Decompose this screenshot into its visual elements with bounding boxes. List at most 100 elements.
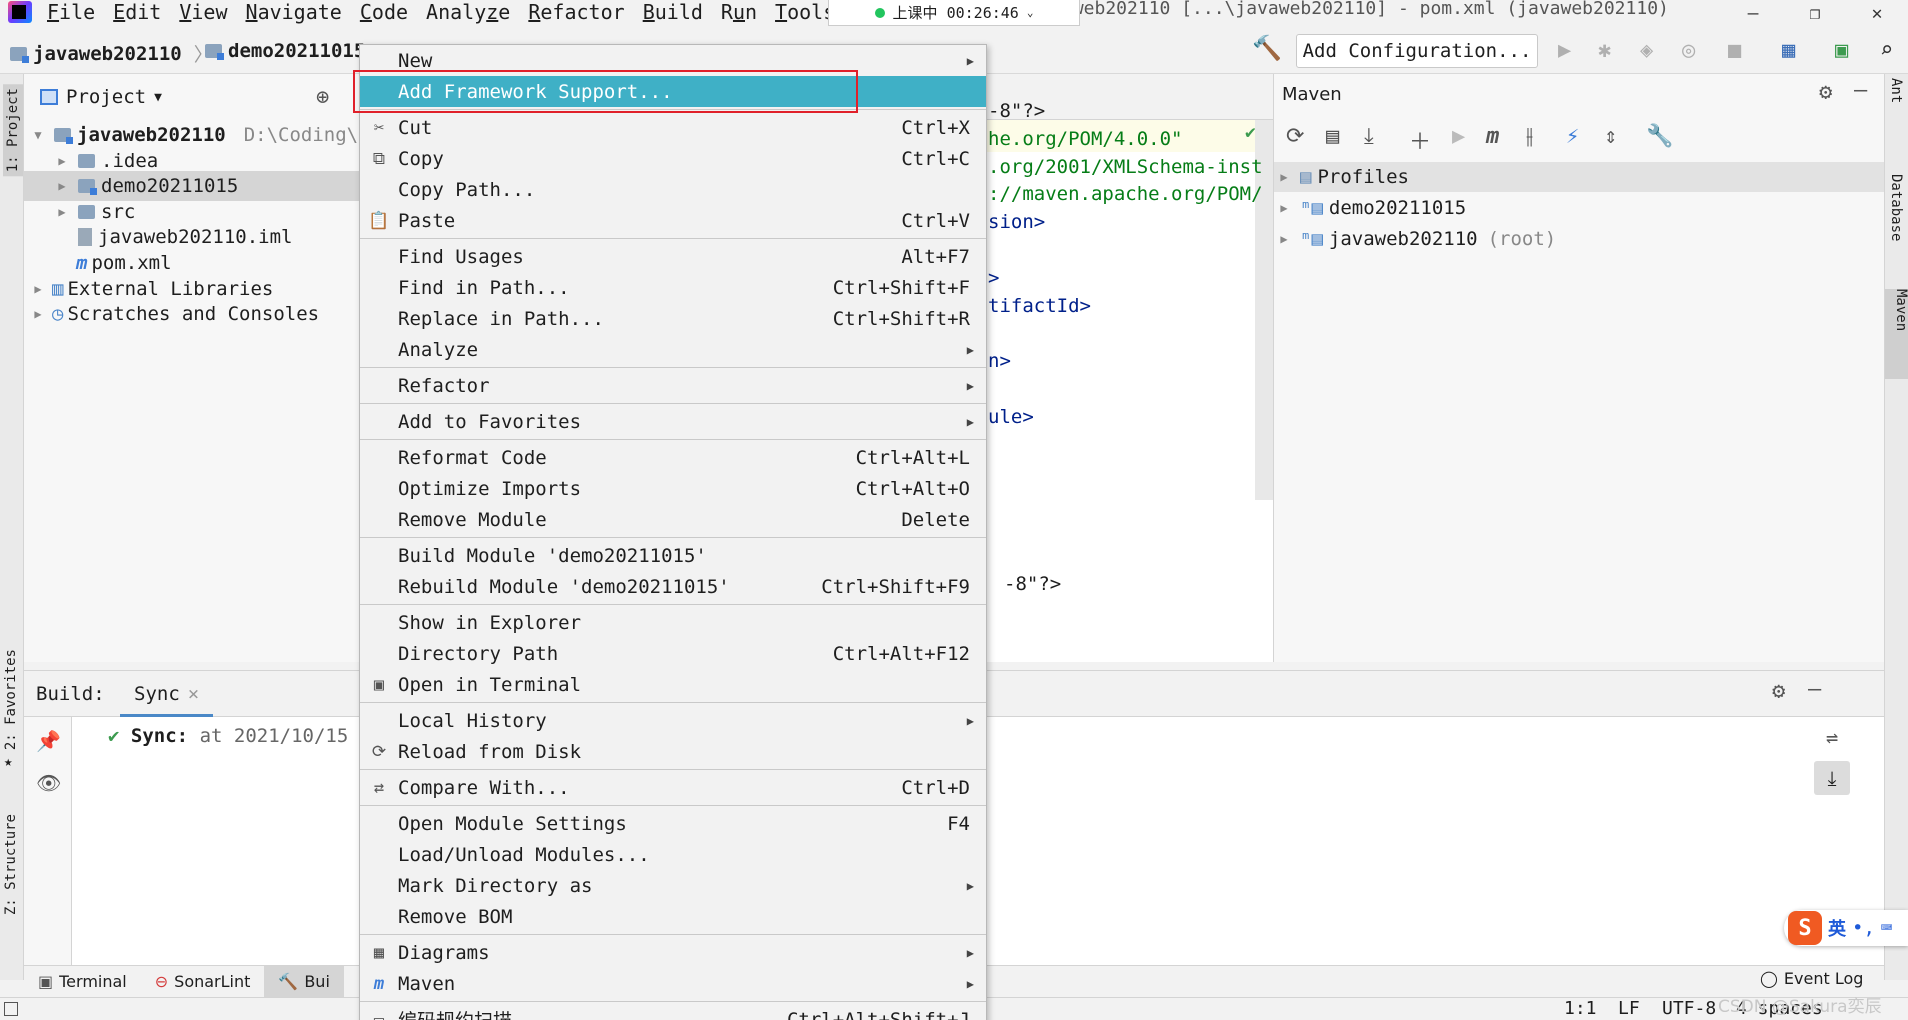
generate-sources-icon[interactable]: ▤ xyxy=(1326,124,1339,149)
menu-file[interactable]: File xyxy=(38,0,104,24)
chevron-right-icon[interactable]: ▶ xyxy=(52,179,72,193)
chevron-right-icon[interactable]: ▶ xyxy=(52,205,72,219)
context-menu-item[interactable]: Add to Favorites ▶ xyxy=(360,406,986,437)
context-menu-item[interactable]: Find in Path... Ctrl+Shift+F xyxy=(360,272,986,303)
reload-icon[interactable]: ⟳ xyxy=(1286,124,1304,149)
menu-run[interactable]: Run xyxy=(712,0,766,24)
context-menu-item[interactable]: Build Module 'demo20211015' xyxy=(360,540,986,571)
context-menu-item[interactable]: ⧉ Copy Ctrl+C xyxy=(360,143,986,174)
restore-button[interactable]: ❐ xyxy=(1784,0,1846,26)
chevron-right-icon[interactable]: ▶ xyxy=(1274,232,1294,246)
context-menu-item[interactable]: Reformat Code Ctrl+Alt+L xyxy=(360,442,986,473)
context-menu-item[interactable]: Replace in Path... Ctrl+Shift+R xyxy=(360,303,986,334)
maven-goal-icon[interactable]: m xyxy=(1486,124,1499,149)
chevron-right-icon[interactable]: ▶ xyxy=(1274,170,1294,184)
chevron-right-icon[interactable]: ▶ xyxy=(1274,201,1294,215)
menu-build[interactable]: Build xyxy=(634,0,712,24)
context-menu-item[interactable]: Analyze ▶ xyxy=(360,334,986,365)
locate-icon[interactable]: ⊕ xyxy=(316,85,329,110)
tool-tab-terminal[interactable]: ▣ Terminal xyxy=(24,966,141,998)
context-menu-item[interactable]: 📋 Paste Ctrl+V xyxy=(360,205,986,236)
eye-icon[interactable]: 👁 xyxy=(36,771,61,795)
project-panel-title[interactable]: Project xyxy=(66,86,146,108)
context-menu-item[interactable]: Remove BOM xyxy=(360,901,986,932)
collapse-all-icon[interactable]: ⇕ xyxy=(1604,124,1617,149)
context-menu-item[interactable]: ▭ 编码规约扫描 Ctrl+Alt+Shift+J xyxy=(360,1004,986,1020)
stop-icon[interactable]: ■ xyxy=(1728,38,1741,63)
context-menu-item[interactable]: Remove Module Delete xyxy=(360,504,986,535)
scroll-to-end-icon[interactable]: ⤓ xyxy=(1814,761,1850,795)
close-button[interactable]: ✕ xyxy=(1846,0,1908,26)
context-menu-item[interactable]: Load/Unload Modules... xyxy=(360,839,986,870)
favorites-tool-tab[interactable]: 2: Favorites xyxy=(3,649,19,750)
chevron-right-icon[interactable]: ▶ xyxy=(52,154,72,168)
menu-navigate[interactable]: Navigate xyxy=(237,0,351,24)
maven-tree-item[interactable]: ▶ ᵐ▤ demo20211015 xyxy=(1274,193,1884,223)
menu-analyze[interactable]: Analyze xyxy=(417,0,519,24)
database-tool-tab[interactable]: Database xyxy=(1888,174,1904,241)
ant-tool-tab[interactable]: Ant xyxy=(1888,78,1904,103)
context-menu-item[interactable]: Copy Path... xyxy=(360,174,986,205)
breadcrumb-project[interactable]: javaweb202110 〉 xyxy=(10,40,213,67)
chevron-down-icon[interactable]: ▼ xyxy=(28,128,48,142)
tool-tab-bui[interactable]: 🔨 Bui xyxy=(264,965,344,998)
add-icon[interactable]: ＋ xyxy=(1409,124,1431,156)
keyboard-icon[interactable]: ⌨ xyxy=(1881,917,1892,939)
context-menu-item[interactable]: Mark Directory as ▶ xyxy=(360,870,986,901)
project-tool-tab[interactable]: 1: Project xyxy=(3,84,23,177)
context-menu-item[interactable]: Open Module Settings F4 xyxy=(360,808,986,839)
hammer-icon[interactable]: 🔨 xyxy=(1252,34,1282,62)
context-menu-item[interactable]: m Maven ▶ xyxy=(360,968,986,999)
menu-edit[interactable]: Edit xyxy=(104,0,170,24)
context-menu-item[interactable]: Refactor ▶ xyxy=(360,370,986,401)
context-menu-item[interactable]: Local History ▶ xyxy=(360,705,986,736)
context-menu-item[interactable]: ▦ Diagrams ▶ xyxy=(360,937,986,968)
tool-windows-icon[interactable] xyxy=(4,1002,18,1016)
caret-position[interactable]: 1:1 xyxy=(1564,998,1597,1019)
hide-icon[interactable]: — xyxy=(1854,78,1867,103)
context-menu-item[interactable]: Rebuild Module 'demo20211015' Ctrl+Shift+… xyxy=(360,571,986,602)
pin-icon[interactable]: 📌 xyxy=(36,729,61,753)
maven-tool-tab[interactable]: Maven xyxy=(1885,289,1908,379)
context-menu-item[interactable]: ▣ Open in Terminal xyxy=(360,669,986,700)
maven-tree-item[interactable]: ▶ ▤ Profiles xyxy=(1274,162,1884,192)
chevron-right-icon[interactable]: ▶ xyxy=(28,282,48,296)
menu-view[interactable]: View xyxy=(170,0,236,24)
line-separator[interactable]: LF xyxy=(1618,998,1640,1019)
close-icon[interactable]: × xyxy=(188,683,199,714)
search-icon[interactable]: ⌕ xyxy=(1880,38,1893,63)
context-menu-item[interactable]: Optimize Imports Ctrl+Alt+O xyxy=(360,473,986,504)
profile-icon[interactable]: ◎ xyxy=(1682,38,1695,63)
minimize-button[interactable]: — xyxy=(1722,0,1784,26)
chevron-down-icon[interactable]: ▼ xyxy=(154,90,162,105)
sync-tab[interactable]: Sync × xyxy=(120,671,214,717)
gear-icon[interactable]: ⚙ xyxy=(1772,679,1785,704)
menu-code[interactable]: Code xyxy=(351,0,417,24)
context-menu-item[interactable]: ✂ Cut Ctrl+X xyxy=(360,112,986,143)
gear-icon[interactable]: ⚙ xyxy=(1819,80,1832,105)
event-log-button[interactable]: ◯ Event Log xyxy=(1760,969,1863,988)
class-timer[interactable]: 上课中 00:26:46 ⌄ xyxy=(828,0,1080,26)
skip-tests-icon[interactable]: ⚡ xyxy=(1566,124,1579,149)
file-encoding[interactable]: UTF-8 xyxy=(1662,998,1716,1019)
menu-refactor[interactable]: Refactor xyxy=(519,0,633,24)
context-menu-item[interactable]: Directory Path Ctrl+Alt+F12 xyxy=(360,638,986,669)
soft-wrap-icon[interactable]: ⇌ xyxy=(1826,725,1838,749)
run-icon[interactable]: ▶ xyxy=(1558,38,1571,63)
breadcrumb-module[interactable]: demo20211015 xyxy=(205,40,365,62)
structure-tool-tab[interactable]: Z: Structure xyxy=(3,814,19,915)
download-icon[interactable]: ⤓ xyxy=(1364,124,1374,149)
ime-language[interactable]: 英 xyxy=(1828,915,1846,941)
wrench-icon[interactable]: 🔧 xyxy=(1646,124,1673,149)
context-menu-item[interactable]: Find Usages Alt+F7 xyxy=(360,241,986,272)
punctuation-icon[interactable]: •, xyxy=(1852,917,1875,939)
coverage-icon[interactable]: ◈ xyxy=(1640,38,1653,63)
add-configuration-button[interactable]: Add Configuration... xyxy=(1296,34,1538,68)
ime-toolbar[interactable]: S 英 •, ⌨ xyxy=(1784,910,1908,946)
maven-tree-item[interactable]: ▶ ᵐ▤ javaweb202110 (root) xyxy=(1274,224,1884,254)
run-icon[interactable]: ▶ xyxy=(1452,124,1465,149)
tool-tab-sonarlint[interactable]: ⊖ SonarLint xyxy=(141,966,265,998)
sync-status-row[interactable]: ✔ Sync: at 2021/10/15 1 xyxy=(108,725,371,747)
run-anything-icon[interactable]: ▣ xyxy=(1835,38,1848,63)
chevron-right-icon[interactable]: ▶ xyxy=(28,307,48,321)
